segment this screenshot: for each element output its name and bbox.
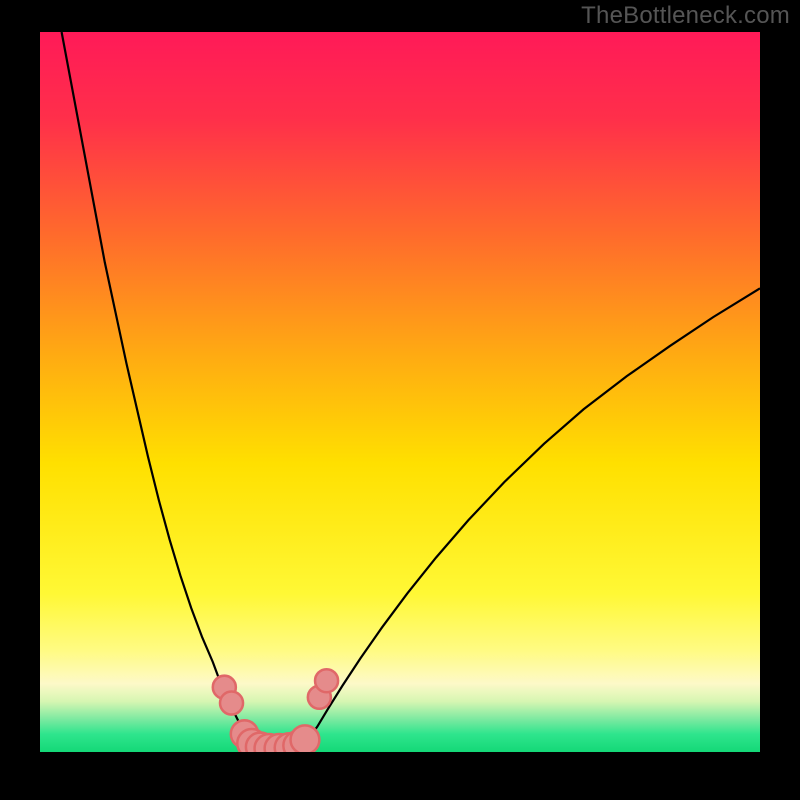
data-marker: [315, 669, 338, 692]
data-marker: [291, 725, 320, 752]
watermark-text: TheBottleneck.com: [581, 2, 790, 30]
outer-frame: TheBottleneck.com: [0, 0, 800, 800]
chart-background: [40, 32, 760, 752]
bottleneck-chart: [40, 32, 760, 752]
data-marker: [220, 692, 243, 715]
